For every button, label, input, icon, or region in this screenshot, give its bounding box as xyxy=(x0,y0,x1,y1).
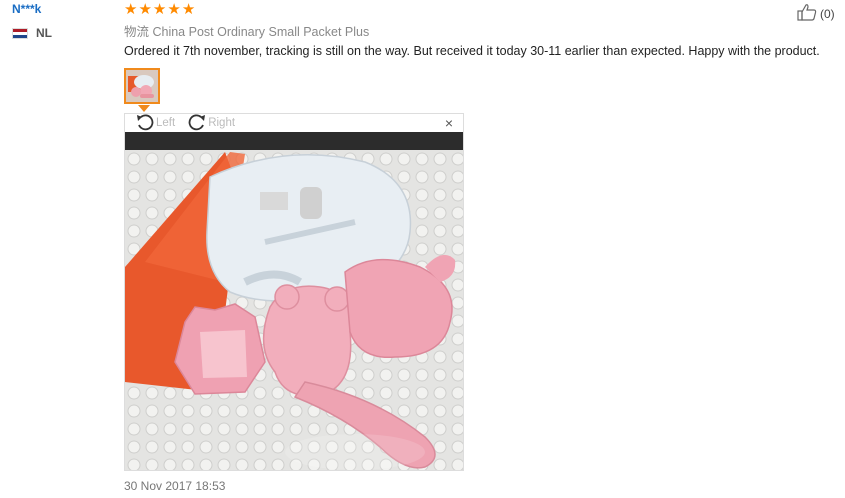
star-icon: ★ xyxy=(138,1,152,18)
rotate-right-button[interactable]: Right xyxy=(187,113,235,134)
country-flag-icon xyxy=(12,27,28,39)
rotate-right-icon xyxy=(187,113,207,134)
country-code: NL xyxy=(36,26,52,40)
review-date: 30 Nov 2017 18:53 xyxy=(124,479,226,493)
star-icon: ★ xyxy=(181,1,196,18)
reviewer-country: NL xyxy=(12,26,52,40)
helpful-button[interactable]: (0) xyxy=(797,3,835,24)
thumbs-up-icon xyxy=(797,3,817,24)
rotate-left-icon xyxy=(135,113,155,134)
star-icon: ★ xyxy=(124,1,138,18)
review-photo xyxy=(125,132,463,470)
review-photo-thumbnail[interactable] xyxy=(124,68,160,104)
star-icon: ★ xyxy=(152,1,167,18)
star-rating: ★ ★ ★ ★ ★ xyxy=(124,2,195,17)
helpful-count: (0) xyxy=(820,6,835,21)
review-text: Ordered it 7th november, tracking is sti… xyxy=(124,44,820,58)
rotate-left-button[interactable]: Left xyxy=(135,113,175,134)
rotate-right-label: Right xyxy=(208,117,236,129)
star-icon: ★ xyxy=(167,1,181,18)
thumbnail-pointer xyxy=(138,105,150,112)
close-icon[interactable]: × xyxy=(445,115,453,131)
logistics-info: 物流 China Post Ordinary Small Packet Plus xyxy=(124,25,370,39)
rotate-left-label: Left xyxy=(156,117,176,129)
photo-viewer: Left Right × xyxy=(124,113,464,471)
viewer-toolbar: Left Right × xyxy=(125,113,463,134)
reviewer-name: N***k xyxy=(12,2,42,16)
